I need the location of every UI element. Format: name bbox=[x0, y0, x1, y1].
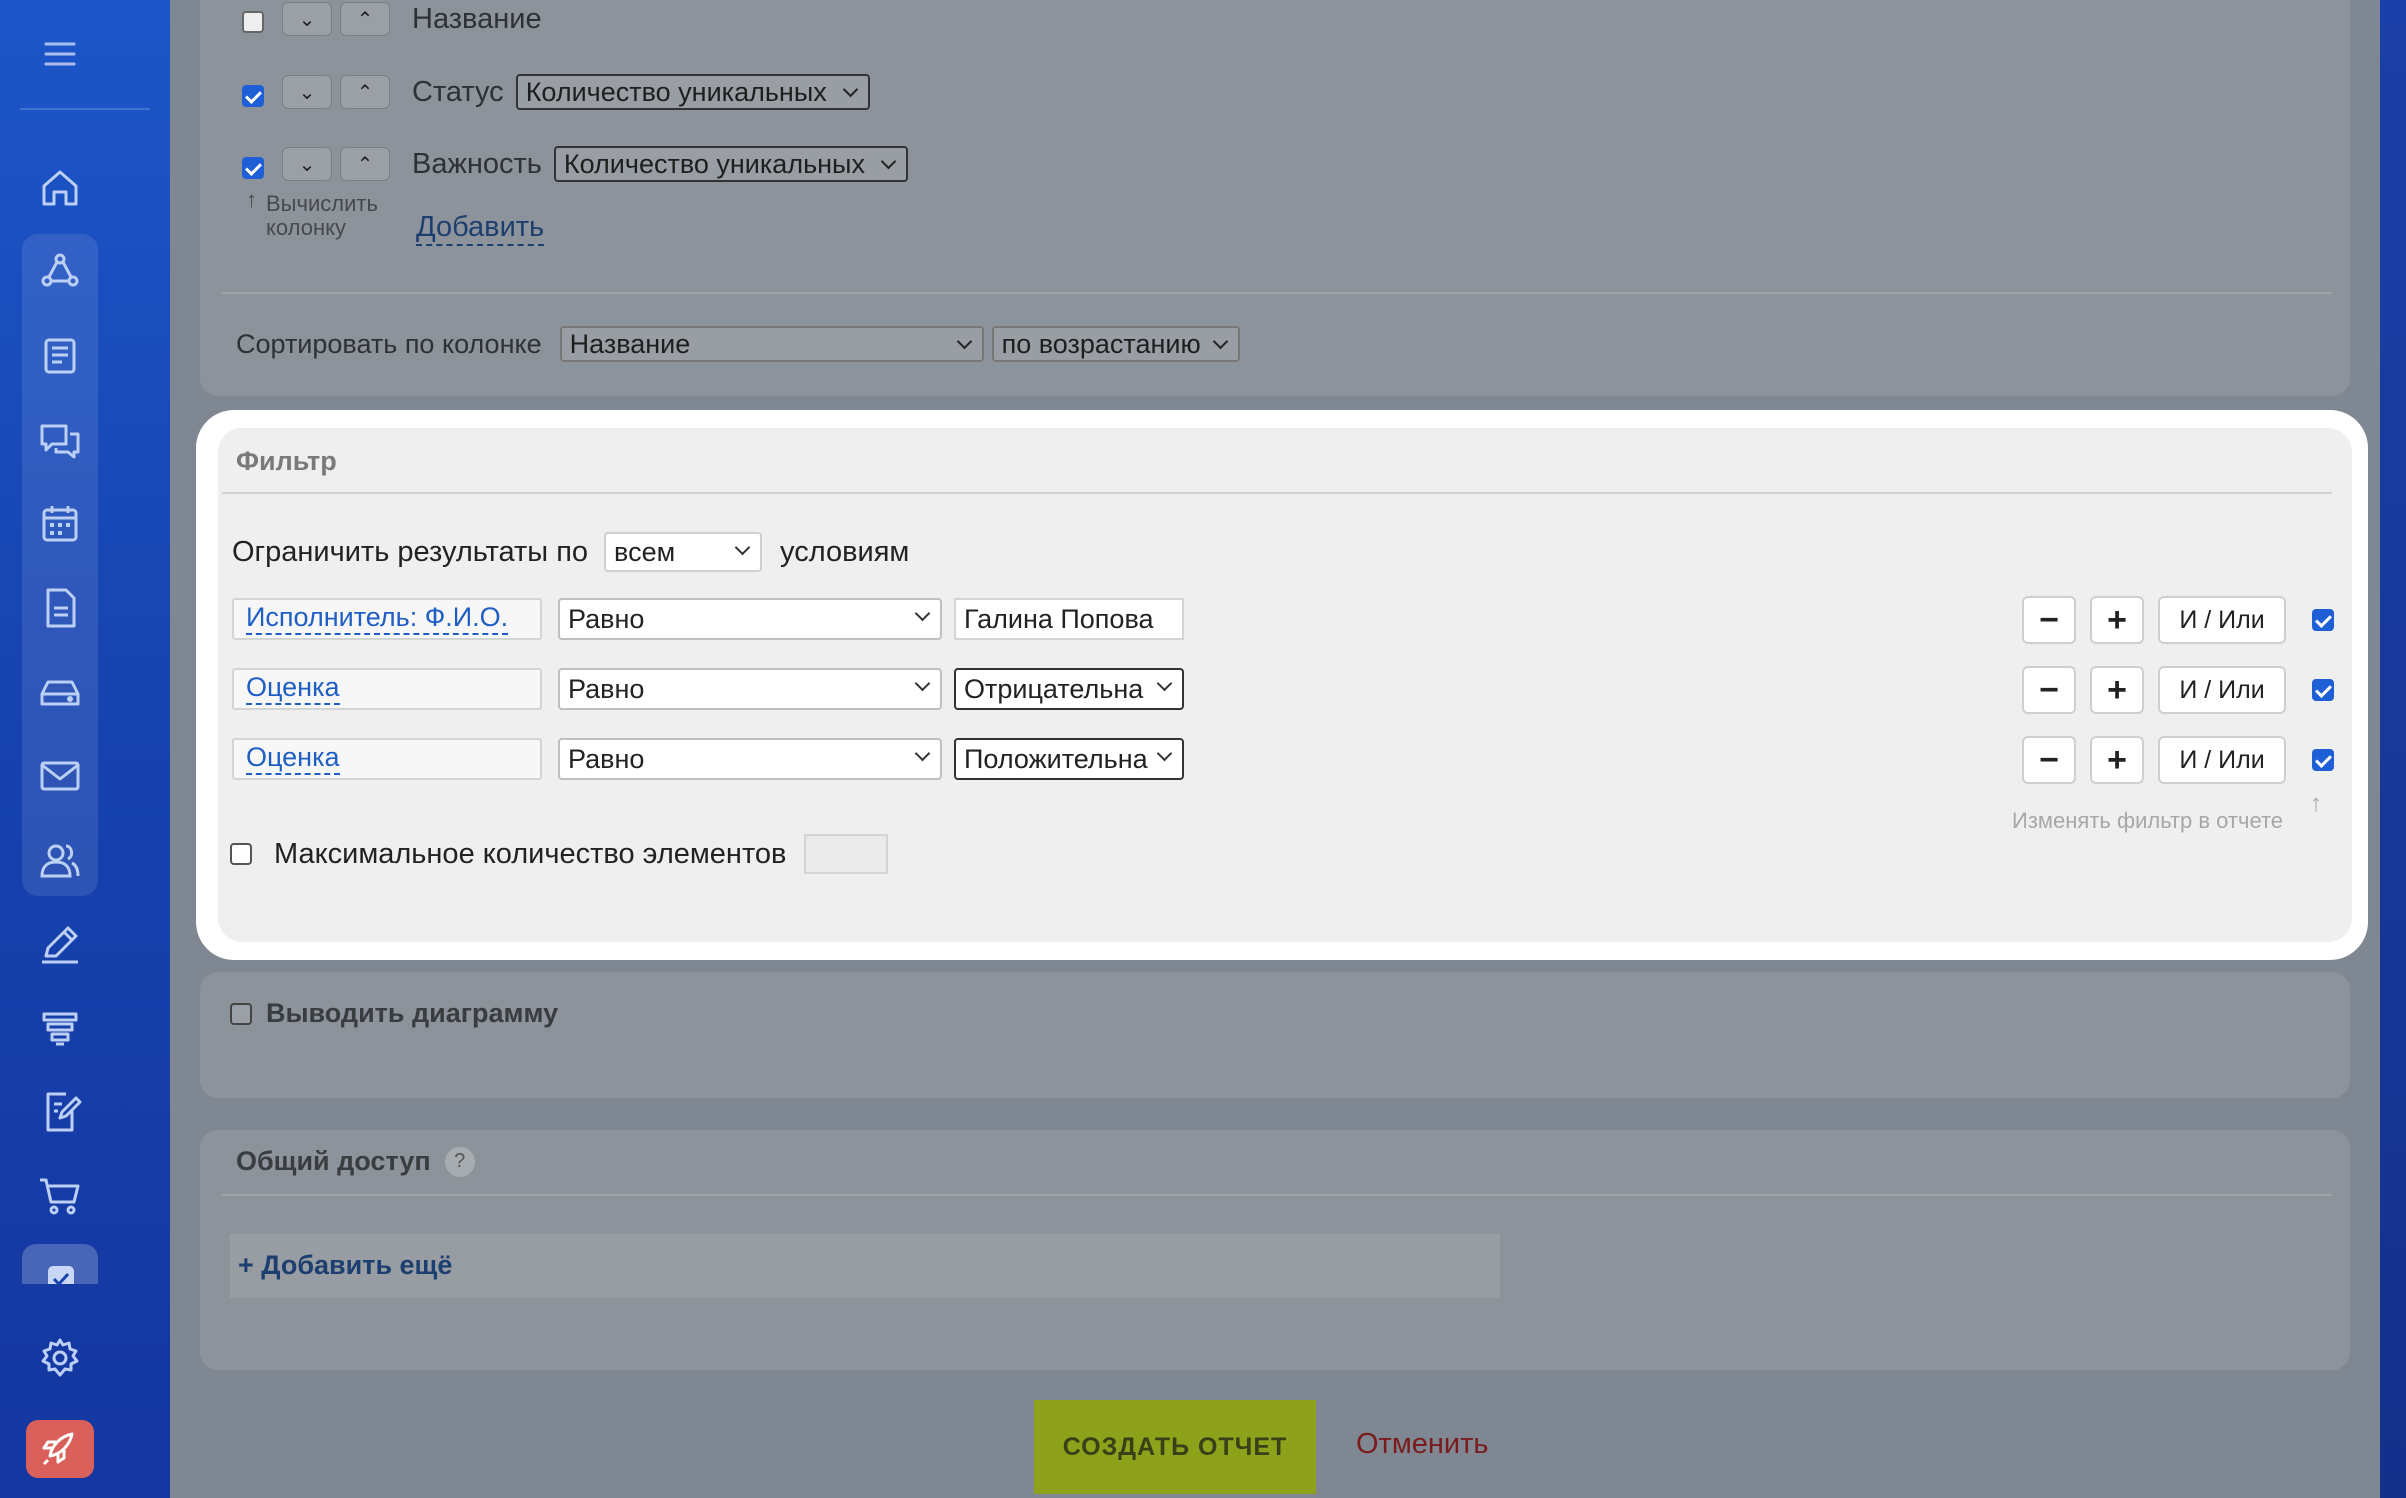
chat-icon[interactable] bbox=[36, 416, 84, 464]
users-icon[interactable] bbox=[36, 836, 84, 884]
column-checkbox[interactable] bbox=[242, 157, 264, 179]
column-calc-select[interactable]: Количество уникальных bbox=[515, 74, 870, 110]
diagram-panel bbox=[200, 972, 2350, 1098]
add-condition-button[interactable]: + bbox=[2090, 666, 2144, 714]
condition-value-select[interactable]: Отрицательна bbox=[954, 668, 1184, 710]
compute-column-hint[interactable]: ↑ Вычислить колонку bbox=[246, 188, 378, 240]
change-filter-hint: Изменять фильтр в отчете bbox=[2012, 808, 2284, 833]
help-icon[interactable]: ? bbox=[444, 1146, 475, 1177]
move-up-button[interactable]: ⌃ bbox=[340, 75, 390, 109]
condition-value-select[interactable]: Положительна bbox=[954, 738, 1184, 780]
limit-suffix: условиям bbox=[780, 535, 910, 568]
max-items-input[interactable] bbox=[804, 834, 889, 874]
filter-title: Фильтр bbox=[236, 446, 337, 476]
add-column-link[interactable]: Добавить bbox=[416, 210, 545, 246]
column-calc-select[interactable]: Количество уникальных bbox=[553, 146, 908, 182]
remove-condition-button[interactable]: − bbox=[2022, 596, 2076, 644]
rocket-icon[interactable] bbox=[26, 1420, 94, 1478]
sort-column-select[interactable]: Название bbox=[559, 326, 984, 362]
sort-label: Сортировать по колонке bbox=[236, 328, 542, 359]
condition-value-input[interactable]: Галина Попова bbox=[954, 598, 1184, 640]
max-items-row: Максимальное количество элементов bbox=[230, 834, 889, 874]
sharing-title: Общий доступ bbox=[236, 1146, 431, 1176]
column-checkbox[interactable] bbox=[242, 85, 264, 107]
create-report-button[interactable]: СОЗДАТЬ ОТЧЕТ bbox=[1034, 1400, 1316, 1494]
move-down-button[interactable]: ⌄ bbox=[282, 2, 332, 36]
cart-icon[interactable] bbox=[36, 1172, 84, 1220]
pen-icon[interactable] bbox=[36, 920, 84, 968]
and-or-button[interactable]: И / Или bbox=[2158, 666, 2286, 714]
filter-stack-icon[interactable] bbox=[36, 1004, 84, 1052]
condition-operator-select[interactable]: Равно bbox=[558, 668, 942, 710]
condition-controls: − + И / Или bbox=[2022, 666, 2334, 714]
diagram-row: Выводить диаграмму bbox=[230, 998, 558, 1029]
up-arrow-icon: ↑ bbox=[2310, 790, 2322, 817]
home-icon[interactable] bbox=[36, 164, 84, 212]
filter-limit-row: Ограничить результаты по всем условиям bbox=[232, 532, 909, 572]
divider bbox=[222, 1194, 2332, 1196]
divider bbox=[222, 292, 2332, 294]
file-icon[interactable] bbox=[36, 584, 84, 632]
compute-label-line1: Вычислить bbox=[266, 191, 378, 216]
column-label: Важность bbox=[412, 147, 542, 180]
diagram-checkbox[interactable] bbox=[230, 1002, 252, 1025]
window-edge bbox=[2380, 0, 2406, 1498]
cancel-link[interactable]: Отменить bbox=[1356, 1428, 1489, 1461]
menu-icon[interactable] bbox=[42, 36, 78, 72]
compute-label-line2: колонку bbox=[266, 215, 346, 240]
sort-order-select[interactable]: по возрастанию bbox=[991, 326, 1240, 362]
limit-prefix: Ограничить результаты по bbox=[232, 535, 589, 568]
max-items-label: Максимальное количество элементов bbox=[274, 837, 787, 870]
move-down-button[interactable]: ⌄ bbox=[282, 147, 332, 181]
column-row-priority: ⌄ ⌃ Важность Количество уникальных bbox=[242, 146, 908, 182]
remove-condition-button[interactable]: − bbox=[2022, 666, 2076, 714]
up-arrow-icon: ↑ bbox=[246, 187, 257, 212]
condition-field-link[interactable]: Оценка bbox=[232, 738, 542, 780]
condition-changeable-checkbox[interactable] bbox=[2312, 679, 2334, 701]
condition-operator-select[interactable]: Равно bbox=[558, 598, 942, 640]
condition-changeable-checkbox[interactable] bbox=[2312, 749, 2334, 771]
add-condition-button[interactable]: + bbox=[2090, 736, 2144, 784]
add-condition-button[interactable]: + bbox=[2090, 596, 2144, 644]
mail-icon[interactable] bbox=[36, 752, 84, 800]
inbox-icon[interactable] bbox=[36, 668, 84, 716]
move-up-button[interactable]: ⌃ bbox=[340, 147, 390, 181]
condition-field-link[interactable]: Оценка bbox=[232, 668, 542, 710]
filter-condition-row: Оценка Равно Отрицательна bbox=[232, 668, 1184, 710]
add-more-link[interactable]: + Добавить ещё bbox=[238, 1250, 452, 1281]
condition-field-link[interactable]: Исполнитель: Ф.И.О. bbox=[232, 598, 542, 640]
condition-controls: − + И / Или bbox=[2022, 736, 2334, 784]
sidebar-divider bbox=[20, 108, 150, 110]
divider bbox=[222, 492, 2332, 494]
filter-condition-row: Оценка Равно Положительна bbox=[232, 738, 1184, 780]
move-down-button[interactable]: ⌄ bbox=[282, 75, 332, 109]
column-label: Статус bbox=[412, 75, 504, 108]
workflow-icon[interactable] bbox=[36, 248, 84, 296]
column-row-status: ⌄ ⌃ Статус Количество уникальных bbox=[242, 74, 870, 110]
column-row-name: ⌄ ⌃ Название bbox=[242, 2, 542, 36]
move-up-button[interactable]: ⌃ bbox=[340, 2, 390, 36]
max-items-checkbox[interactable] bbox=[230, 843, 252, 865]
condition-controls: − + И / Или bbox=[2022, 596, 2334, 644]
diagram-label: Выводить диаграмму bbox=[266, 998, 559, 1028]
sharing-header: Общий доступ ? bbox=[236, 1146, 475, 1177]
calendar-icon[interactable] bbox=[36, 500, 84, 548]
column-label: Название bbox=[412, 2, 542, 35]
limit-mode-select[interactable]: всем bbox=[604, 532, 763, 572]
column-checkbox[interactable] bbox=[242, 11, 264, 33]
condition-operator-select[interactable]: Равно bbox=[558, 738, 942, 780]
sidebar-item-tasks-active[interactable] bbox=[22, 1244, 98, 1284]
document-list-icon[interactable] bbox=[36, 332, 84, 380]
sort-row: Сортировать по колонке Название по возра… bbox=[236, 326, 1240, 362]
filter-condition-row: Исполнитель: Ф.И.О. Равно Галина Попова bbox=[232, 598, 1184, 640]
and-or-button[interactable]: И / Или bbox=[2158, 736, 2286, 784]
check-icon bbox=[48, 1266, 74, 1284]
sidebar bbox=[0, 0, 170, 1498]
and-or-button[interactable]: И / Или bbox=[2158, 596, 2286, 644]
remove-condition-button[interactable]: − bbox=[2022, 736, 2076, 784]
edit-doc-icon[interactable] bbox=[36, 1088, 84, 1136]
settings-icon[interactable] bbox=[36, 1334, 84, 1382]
condition-changeable-checkbox[interactable] bbox=[2312, 609, 2334, 631]
